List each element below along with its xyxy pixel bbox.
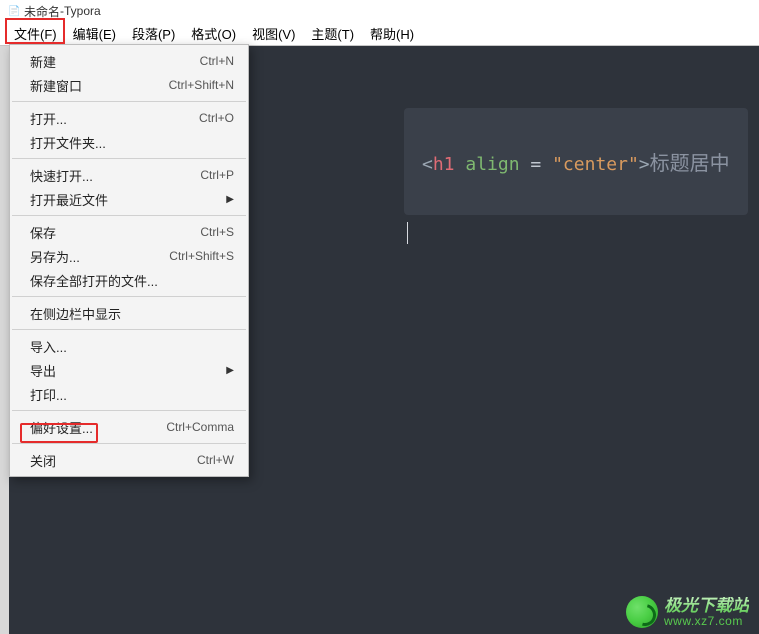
window-titlebar: 📄 未命名 - Typora [0,0,759,22]
menu-item-label: 关闭 [30,451,56,470]
code-tag-name: h1 [433,154,455,175]
menu-item-label: 打开文件夹... [30,133,106,152]
menu-item-label: 新建窗口 [30,76,82,95]
code-attr-value: "center" [552,154,639,175]
menu-edit[interactable]: 编辑(E) [65,21,124,46]
code-equals: = [530,154,541,175]
menu-item-label: 快速打开... [30,166,93,185]
file-menu-item[interactable]: 打开最近文件 ▶ [10,187,248,211]
menu-item-label: 新建 [30,52,56,71]
file-menu-item[interactable]: 导出 ▶ [10,358,248,382]
file-menu-item[interactable]: 打开... Ctrl+O [10,106,248,130]
submenu-arrow-icon: ▶ [226,194,234,205]
menu-item-shortcut: Ctrl+S [200,225,234,239]
code-inner-text: 标题居中 [650,151,730,175]
menu-item-label: 打开... [30,109,67,128]
watermark: 极光下载站 www.xz7.com [626,596,749,628]
menu-separator [12,158,246,159]
file-menu-dropdown: 新建 Ctrl+N 新建窗口 Ctrl+Shift+N 打开... Ctrl+O 打开文件夹… [9,44,249,477]
document-icon: 📄 [8,6,18,16]
menu-item-label: 另存为... [30,247,80,266]
menu-item-label: 在侧边栏中显示 [30,304,121,323]
menu-item-label: 导入... [30,337,67,356]
file-menu-item[interactable]: 新建窗口 Ctrl+Shift+N [10,73,248,97]
menu-item-shortcut: Ctrl+P [200,168,234,182]
file-menu-item[interactable]: 保存全部打开的文件... [10,268,248,292]
window-title-docname: 未命名 [24,3,60,20]
file-menu-item[interactable]: 打开文件夹... [10,130,248,154]
watermark-site-url: www.xz7.com [664,615,749,628]
menu-paragraph[interactable]: 段落(P) [124,21,183,46]
menubar: 文件(F) 编辑(E) 段落(P) 格式(O) 视图(V) 主题(T) 帮助(H… [0,22,759,46]
file-menu-item[interactable]: 在侧边栏中显示 [10,301,248,325]
menu-item-shortcut: Ctrl+O [199,111,234,125]
file-menu-item[interactable]: 关闭 Ctrl+W [10,448,248,472]
file-menu-item[interactable]: 新建 Ctrl+N [10,49,248,73]
menu-separator [12,443,246,444]
watermark-site-name: 极光下载站 [664,597,749,615]
menu-help[interactable]: 帮助(H) [362,21,422,46]
menu-item-shortcut: Ctrl+Shift+N [169,78,234,92]
menu-item-shortcut: Ctrl+Comma [166,420,234,434]
menu-separator [12,410,246,411]
window-title-appname: Typora [64,4,101,18]
submenu-arrow-icon: ▶ [226,365,234,376]
code-attr-name: align [465,154,519,175]
menu-separator [12,296,246,297]
file-menu-item[interactable]: 快速打开... Ctrl+P [10,163,248,187]
code-open-angle: < [422,154,433,175]
menu-separator [12,329,246,330]
file-menu-item[interactable]: 另存为... Ctrl+Shift+S [10,244,248,268]
menu-item-shortcut: Ctrl+Shift+S [169,249,234,263]
text-cursor [407,222,408,244]
code-close-angle: > [639,154,650,175]
menu-separator [12,215,246,216]
menu-item-label: 保存 [30,223,56,242]
file-menu-item[interactable]: 打印... [10,382,248,406]
menu-item-label: 导出 [30,361,56,380]
menu-format[interactable]: 格式(O) [183,21,244,46]
menu-theme[interactable]: 主题(T) [303,21,362,46]
menu-item-label: 保存全部打开的文件... [30,271,158,290]
file-menu-item[interactable]: 导入... [10,334,248,358]
menu-view[interactable]: 视图(V) [244,21,303,46]
code-block: <h1 align = "center">标题居中 [404,108,748,215]
menu-item-label: 打开最近文件 [30,190,108,209]
menu-separator [12,101,246,102]
menu-file[interactable]: 文件(F) [6,21,65,46]
menu-item-shortcut: Ctrl+W [197,453,234,467]
watermark-logo-icon [626,596,658,628]
file-menu-item[interactable]: 偏好设置... Ctrl+Comma [10,415,248,439]
menu-item-label: 打印... [30,385,67,404]
menu-item-label: 偏好设置... [30,418,93,437]
menu-item-shortcut: Ctrl+N [200,54,234,68]
file-menu-item[interactable]: 保存 Ctrl+S [10,220,248,244]
